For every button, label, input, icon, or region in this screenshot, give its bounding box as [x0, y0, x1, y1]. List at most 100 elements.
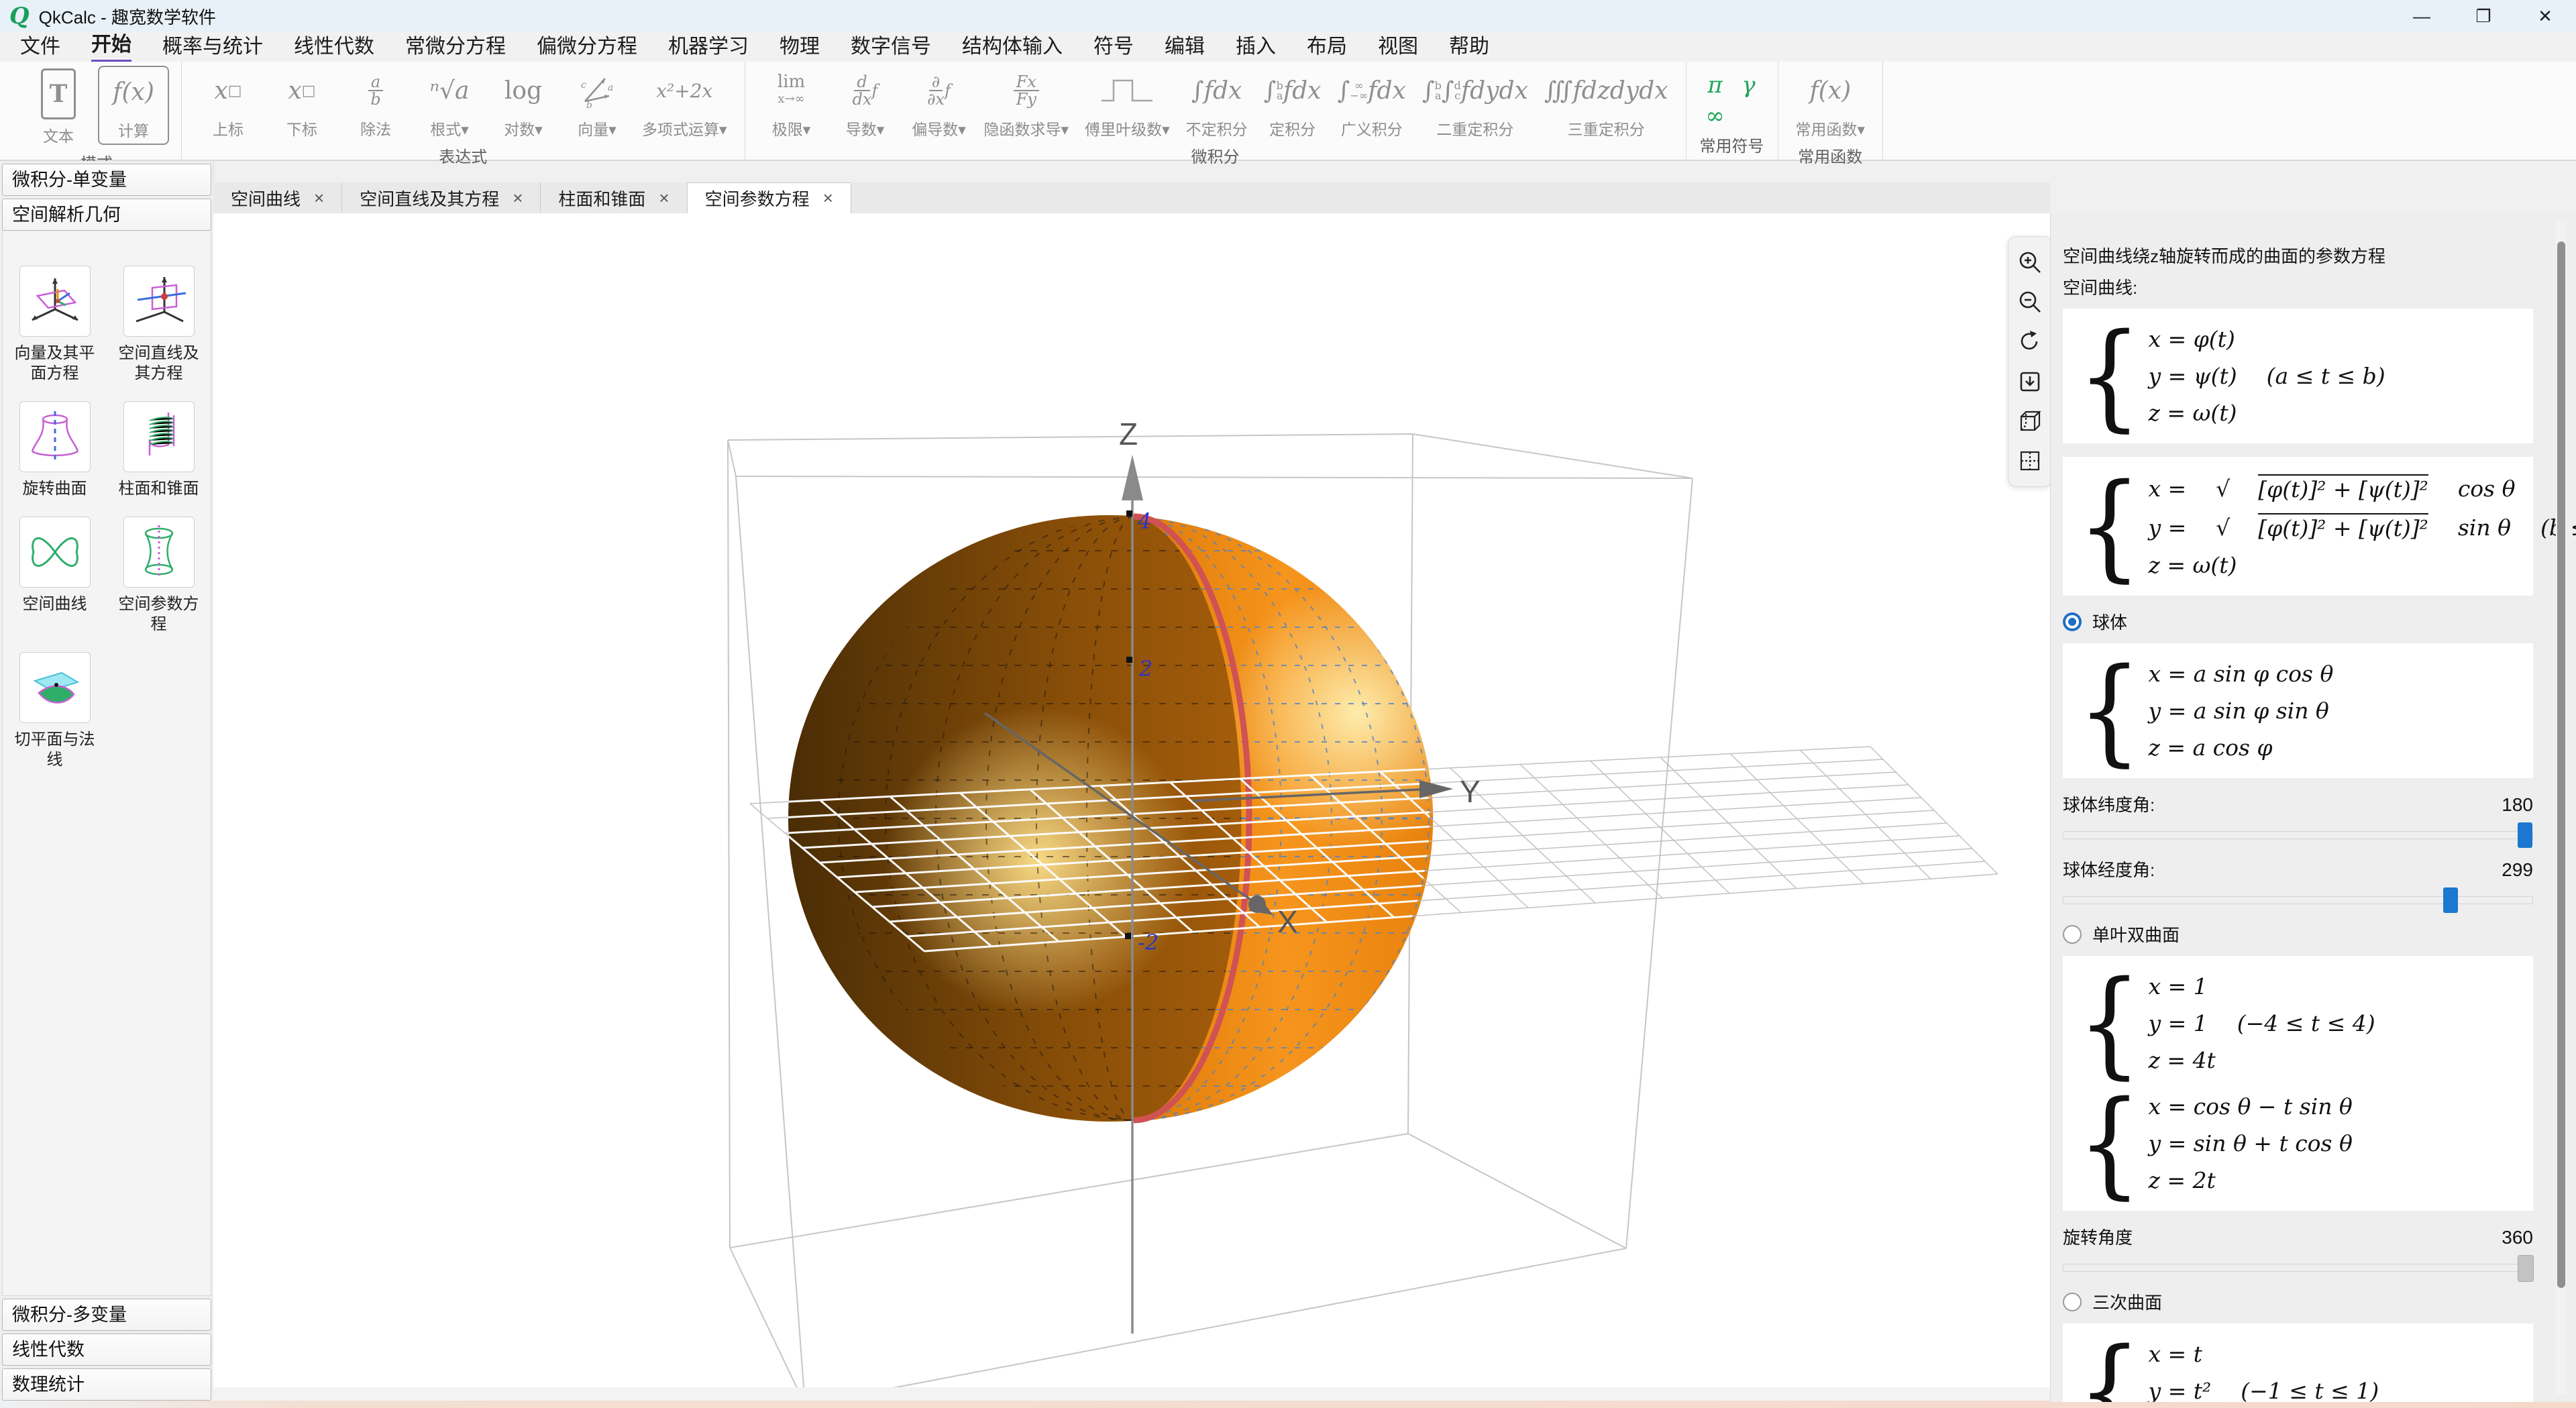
ribbon-group-mode: T 文本 f(x) 计算 模式 [12, 62, 182, 160]
download-button[interactable] [2015, 367, 2045, 396]
cube-view-button[interactable] [2015, 407, 2045, 436]
formula-sphere: { x = a sin φ cos θ y = a sin φ sin θ z … [2063, 643, 2533, 778]
window-title: QkCalc - 趣宽数学软件 [39, 4, 216, 29]
ribbon-group-functions: f(x) 常用函数▾ 常用函数 [1778, 62, 1884, 160]
close-icon[interactable]: × [823, 188, 833, 209]
grid-toggle-button[interactable] [2015, 446, 2045, 476]
tab-bar: 空间曲线 × 空间直线及其方程 × 柱面和锥面 × 空间参数方程 × [213, 182, 2050, 214]
triple-integral-button[interactable]: ∭fdzdydx 三重定积分 [1539, 66, 1674, 142]
sidebar-section-space-geometry[interactable]: 空间解析几何 [2, 199, 211, 231]
sidebar-section-linear-algebra[interactable]: 线性代数 [2, 1334, 211, 1366]
menu-signal[interactable]: 数字信号 [851, 34, 931, 60]
tab-space-parametric[interactable]: 空间参数方程 × [688, 182, 851, 213]
definite-integral-button[interactable]: ∫bafdx 定积分 [1258, 66, 1327, 142]
close-icon[interactable]: × [513, 188, 523, 209]
sidebar-item-tangent-plane[interactable]: 切平面与法线 [3, 652, 107, 770]
square-wave-icon [1099, 68, 1155, 113]
reset-view-button[interactable] [2015, 327, 2045, 356]
menu-probability[interactable]: 概率与统计 [162, 34, 263, 60]
indefinite-integral-button[interactable]: ∫fdx 不定积分 [1181, 66, 1253, 142]
plot-canvas[interactable]: Z Y X 4 2 -2 [213, 213, 2050, 1387]
radio-cubic-surface[interactable]: 三次曲面 [2063, 1289, 2533, 1314]
menu-file[interactable]: 文件 [20, 34, 60, 60]
zoom-in-button[interactable] [2015, 248, 2045, 277]
x-axis-label: X [1277, 904, 1298, 939]
vector-button[interactable]: c a b 向量▾ [563, 66, 631, 142]
svg-text:c: c [581, 80, 586, 91]
implicit-derivative-icon: FxFy [1014, 68, 1039, 113]
app-logo-icon: Q [9, 3, 30, 30]
menu-struct-input[interactable]: 结构体输入 [962, 34, 1063, 60]
tab-space-curve[interactable]: 空间曲线 × [213, 182, 342, 213]
menu-symbols[interactable]: 符号 [1093, 34, 1134, 60]
log-button[interactable]: log 对数▾ [489, 66, 557, 142]
menu-pde[interactable]: 偏微分方程 [537, 34, 637, 60]
menu-layout[interactable]: 布局 [1307, 34, 1347, 60]
common-functions-button[interactable]: f(x) 常用函数▾ [1790, 66, 1871, 142]
sidebar-item-parametric-surface[interactable]: 空间参数方程 [107, 517, 211, 635]
partial-derivative-button[interactable]: ∂∂xf 偏导数▾ [905, 66, 973, 142]
radical-button[interactable]: ⁿ√a 根式▾ [415, 66, 484, 142]
menu-insert[interactable]: 插入 [1236, 34, 1276, 60]
limit-button[interactable]: limx→∞ 极限▾ [757, 66, 826, 142]
group-label-functions: 常用函数 [1790, 142, 1871, 170]
implicit-derivative-button[interactable]: FxFy 隐函数求导▾ [979, 66, 1075, 142]
latitude-slider[interactable] [2063, 831, 2533, 839]
sidebar-section-statistics[interactable]: 数理统计 [2, 1368, 211, 1401]
gamma-symbol-button[interactable]: γ [1741, 63, 1755, 107]
close-button[interactable]: ✕ [2514, 0, 2576, 32]
menu-linear-algebra[interactable]: 线性代数 [294, 34, 374, 60]
rotation-slider-1[interactable] [2063, 1264, 2533, 1272]
sidebar-item-vector-plane[interactable]: 向量及其平面方程 [3, 266, 107, 384]
menu-ode[interactable]: 常微分方程 [405, 34, 506, 60]
calc-mode-button[interactable]: f(x) 计算 [98, 66, 169, 145]
fx-icon: f(x) [113, 70, 154, 114]
derivative-button[interactable]: ddxf 导数▾ [831, 66, 900, 142]
partial-derivative-icon: ∂∂xf [927, 68, 951, 113]
subscript-button[interactable]: x□ 下标 [268, 66, 336, 142]
menu-physics[interactable]: 物理 [780, 34, 820, 60]
menu-help[interactable]: 帮助 [1449, 34, 1489, 60]
latitude-slider-thumb[interactable] [2518, 822, 2532, 848]
close-icon[interactable]: × [659, 188, 669, 209]
fraction-button[interactable]: ab 除法 [341, 66, 410, 142]
limit-icon: limx→∞ [777, 68, 805, 113]
superscript-icon: x□ [214, 68, 241, 113]
sidebar-section-calculus-multi[interactable]: 微积分-多变量 [2, 1299, 211, 1331]
radio-sphere[interactable]: 球体 [2063, 609, 2533, 634]
formula-revolution-surface: { x = √[φ(t)]² + [ψ(t)]² cos θ y = √[φ(t… [2063, 457, 2533, 596]
radio-hyperboloid[interactable]: 单叶双曲面 [2063, 922, 2533, 946]
sidebar-item-revolution-surface[interactable]: 旋转曲面 [3, 401, 107, 499]
panel-scrollbar[interactable] [2556, 221, 2567, 1394]
panel-subheading: 空间曲线: [2063, 274, 2533, 299]
tab-cylinder-cone[interactable]: 柱面和锥面 × [541, 182, 687, 213]
polynomial-button[interactable]: x²+2x 多项式运算▾ [637, 66, 733, 142]
fourier-button[interactable]: 傅里叶级数▾ [1079, 66, 1175, 142]
menu-edit[interactable]: 编辑 [1165, 34, 1205, 60]
longitude-slider-thumb[interactable] [2443, 887, 2458, 913]
radio-icon[interactable] [2063, 925, 2082, 944]
zoom-out-button[interactable] [2015, 287, 2045, 317]
sidebar-item-cylinder-cone[interactable]: 柱面和锥面 [107, 401, 211, 499]
restore-button[interactable]: ❐ [2453, 0, 2514, 32]
menu-home[interactable]: 开始 [91, 32, 131, 63]
formula-cubic-surface: { x = t y = t²(−1 ≤ t ≤ 1) z = t³ { x = … [2063, 1323, 2533, 1402]
text-mode-button[interactable]: T 文本 [24, 66, 93, 149]
panel-scrollbar-thumb[interactable] [2557, 241, 2565, 1288]
superscript-button[interactable]: x□ 上标 [194, 66, 262, 142]
ribbon: T 文本 f(x) 计算 模式 x□ 上标 x□ 下标 ab 除法 [0, 62, 2576, 161]
minimize-button[interactable]: — [2391, 0, 2453, 32]
double-integral-button[interactable]: ∫ba∫dcfdydx 二重定积分 [1417, 66, 1534, 142]
sidebar-item-space-curve[interactable]: 空间曲线 [3, 517, 107, 635]
menu-machine-learning[interactable]: 机器学习 [668, 34, 749, 60]
radio-icon[interactable] [2063, 1293, 2082, 1311]
longitude-slider[interactable] [2063, 896, 2533, 904]
sidebar-item-space-line[interactable]: 空间直线及其方程 [107, 266, 211, 384]
radio-selected-icon[interactable] [2063, 612, 2082, 631]
rotation-slider-thumb-1[interactable] [2518, 1255, 2534, 1282]
menu-view[interactable]: 视图 [1378, 34, 1418, 60]
sidebar-section-calculus-single[interactable]: 微积分-单变量 [2, 164, 211, 196]
tab-space-line[interactable]: 空间直线及其方程 × [342, 182, 541, 213]
improper-integral-button[interactable]: ∫∞−∞fdx 广义积分 [1332, 66, 1411, 142]
close-icon[interactable]: × [314, 188, 324, 209]
